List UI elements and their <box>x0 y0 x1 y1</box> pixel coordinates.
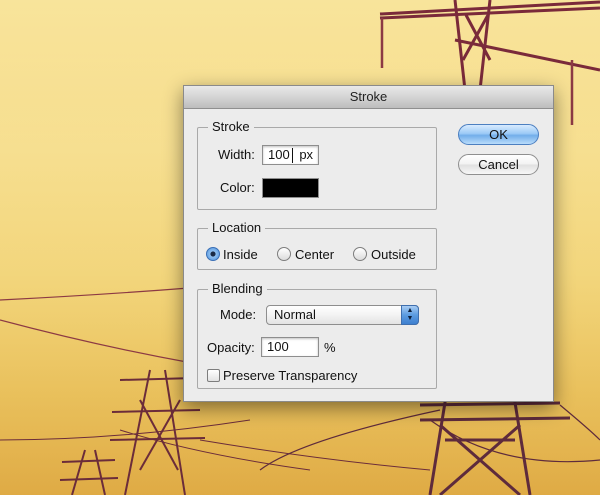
stroke-group-legend: Stroke <box>208 119 254 135</box>
opacity-label: Opacity: <box>207 340 255 355</box>
location-group-legend: Location <box>208 220 266 236</box>
mode-label: Mode: <box>220 307 257 322</box>
preserve-transparency-checkbox[interactable] <box>207 369 220 382</box>
blending-group: Blending Mode: Normal ▲ ▼ Opacity: 100 % … <box>197 281 437 389</box>
opacity-input[interactable]: 100 <box>261 337 319 357</box>
inside-label[interactable]: Inside <box>223 247 258 263</box>
width-label: Width: <box>218 147 255 162</box>
width-value: 100 <box>268 147 290 162</box>
ok-button[interactable]: OK <box>458 124 539 145</box>
mode-value: Normal <box>274 307 316 322</box>
outside-label[interactable]: Outside <box>371 247 416 263</box>
outside-radio[interactable] <box>353 247 367 261</box>
preserve-transparency-label[interactable]: Preserve Transparency <box>223 368 357 384</box>
stroke-group: Stroke Width: 100 px Color: <box>197 119 437 210</box>
center-label[interactable]: Center <box>295 247 334 263</box>
width-unit: px <box>299 147 314 162</box>
opacity-unit: % <box>324 340 336 355</box>
mode-select[interactable]: Normal ▲ ▼ <box>266 305 419 325</box>
stroke-dialog: Stroke Stroke Width: 100 px Color: Locat… <box>183 85 554 402</box>
location-group: Location Inside Center Outside <box>197 220 437 270</box>
dialog-title[interactable]: Stroke <box>184 86 553 109</box>
width-input[interactable]: 100 px <box>262 145 319 165</box>
color-label: Color: <box>220 180 255 195</box>
cancel-button[interactable]: Cancel <box>458 154 539 175</box>
color-swatch[interactable] <box>262 178 319 198</box>
chevron-up-down-icon[interactable]: ▲ ▼ <box>401 305 419 325</box>
inside-radio[interactable] <box>206 247 220 261</box>
center-radio[interactable] <box>277 247 291 261</box>
blending-group-legend: Blending <box>208 281 267 297</box>
text-caret <box>292 148 293 163</box>
